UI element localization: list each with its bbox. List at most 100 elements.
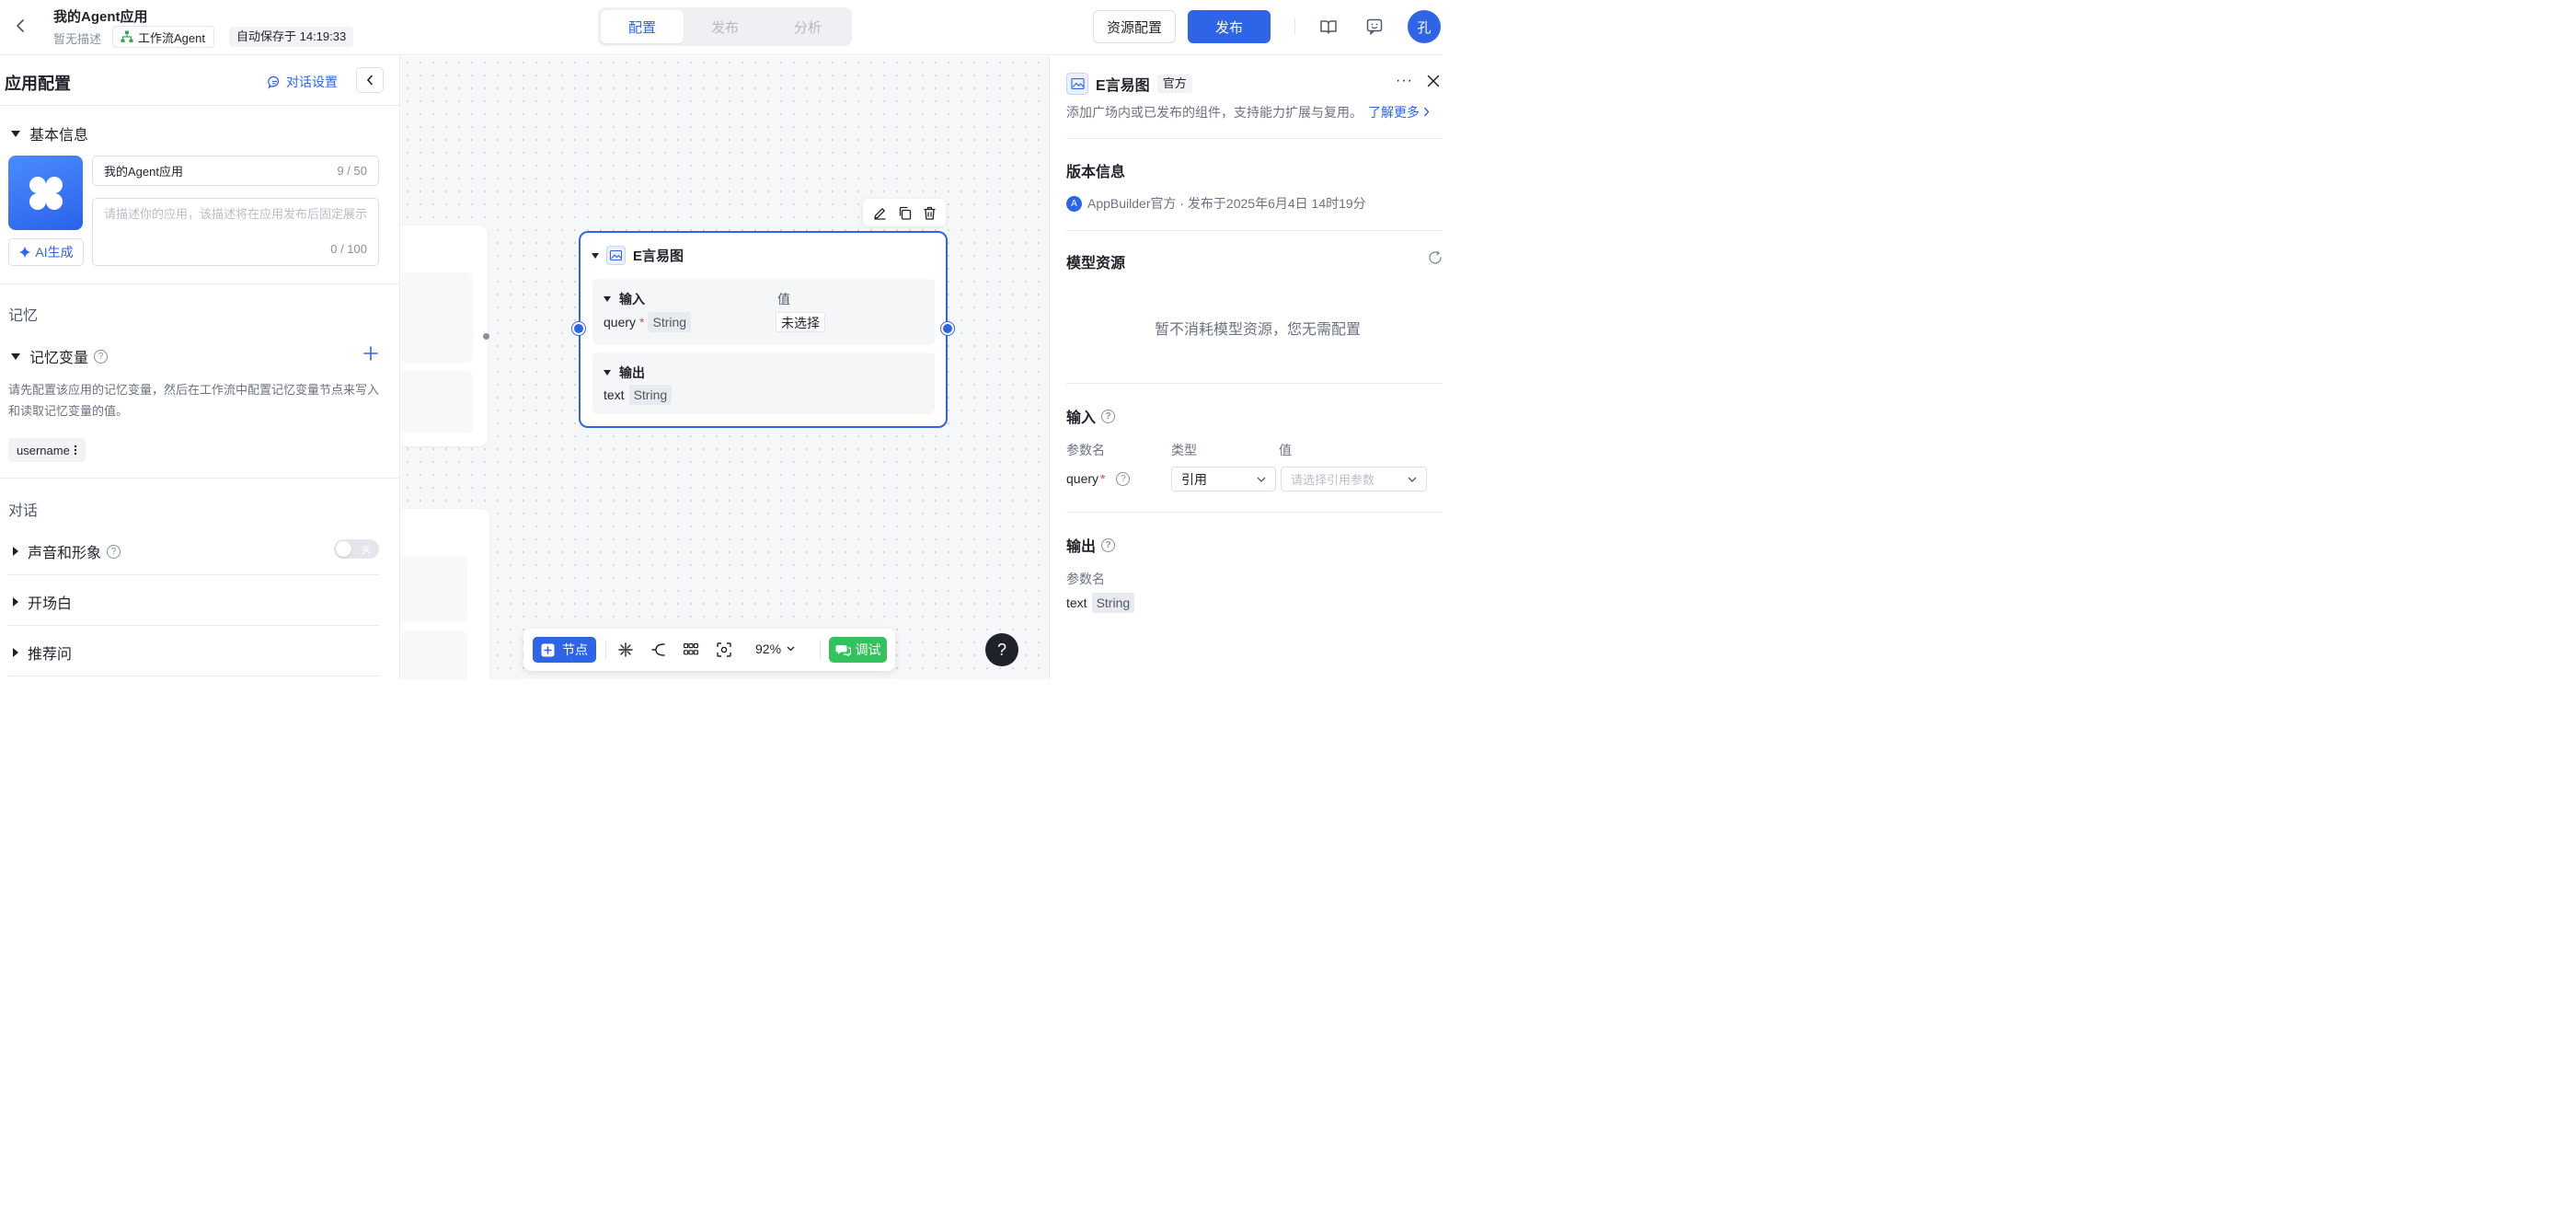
memory-var-name: username <box>17 443 70 457</box>
connector-style-icon[interactable] <box>650 641 668 659</box>
divider <box>605 640 606 660</box>
chat-bubble-icon <box>268 75 280 89</box>
value-select[interactable]: 请选择引用参数 <box>1281 467 1427 491</box>
node-section <box>401 630 467 679</box>
voice-avatar-header[interactable]: 声音和形象 ? <box>13 540 121 562</box>
divider <box>0 478 399 479</box>
divider <box>1066 512 1443 513</box>
debug-label: 调试 <box>855 642 881 657</box>
add-memory-var-icon[interactable] <box>362 345 379 362</box>
add-node-button[interactable]: 节点 <box>533 637 596 663</box>
user-avatar[interactable]: 孔 <box>1408 10 1441 43</box>
basic-info-header[interactable]: 基本信息 <box>11 122 88 144</box>
caret-down-icon[interactable] <box>592 252 599 259</box>
chat-settings-link[interactable]: 对话设置 <box>268 73 338 91</box>
auto-layout-icon[interactable] <box>616 641 635 659</box>
node-section <box>401 272 473 363</box>
node-input-port[interactable] <box>572 322 585 335</box>
help-icon[interactable]: ? <box>94 349 109 364</box>
node-section <box>401 556 467 622</box>
node-output-port[interactable] <box>941 322 954 335</box>
official-badge: 官方 <box>1156 75 1192 93</box>
divider <box>1066 230 1443 231</box>
tab-analysis[interactable]: 分析 <box>766 10 849 43</box>
debug-button[interactable]: 调试 <box>829 637 887 663</box>
suggested-questions-label: 推荐问 <box>28 647 73 663</box>
help-icon[interactable]: ? <box>107 544 121 559</box>
plugin-image-icon <box>606 246 626 265</box>
opening-label: 开场白 <box>28 596 73 612</box>
panel-title: E言易图 <box>1096 78 1150 94</box>
node-toolbar <box>863 199 946 226</box>
collapse-panel-button[interactable] <box>356 67 384 93</box>
memory-var-chip[interactable]: username <box>8 438 86 462</box>
close-icon[interactable] <box>1427 75 1442 89</box>
chevron-down-icon <box>1257 477 1266 482</box>
input-param-row: query * String <box>604 312 692 332</box>
value-column-label: 值 <box>777 292 790 306</box>
help-icon[interactable]: ? <box>1101 537 1116 552</box>
resource-config-button[interactable]: 资源配置 <box>1093 10 1176 43</box>
app-description: 暂无描述 <box>53 32 102 46</box>
node-section <box>401 371 473 433</box>
node-header[interactable]: E言易图 <box>592 246 684 265</box>
voice-avatar-label: 声音和形象 <box>28 546 102 561</box>
plugin-node-eyantu[interactable]: E言易图 输入 值 query * String 未选择 输出 text Str… <box>579 231 948 428</box>
output-type-chip: String <box>1091 593 1135 613</box>
publish-button[interactable]: 发布 <box>1188 10 1271 43</box>
output-label: 输出 <box>619 365 645 380</box>
copy-icon[interactable] <box>896 204 913 221</box>
help-icon[interactable]: ? <box>1101 409 1116 423</box>
voice-toggle[interactable]: 关 <box>334 539 379 559</box>
type-value: 引用 <box>1181 471 1207 487</box>
end-node-card[interactable] <box>401 509 489 679</box>
app-type-tag: 工作流Agent <box>112 26 214 48</box>
ai-generate-button[interactable]: AI生成 <box>8 238 84 266</box>
output-type-chip: String <box>628 385 673 405</box>
divider <box>1066 138 1443 139</box>
output-param-row: text String <box>604 385 673 405</box>
caret-down-icon <box>11 130 20 137</box>
node-port[interactable] <box>483 333 489 340</box>
suggested-questions-header[interactable]: 推荐问 <box>13 641 72 664</box>
start-node-card[interactable] <box>401 225 488 446</box>
top-bar: 我的Agent应用 暂无描述 工作流Agent 自动保存于 14:19:33 配… <box>0 0 1443 55</box>
input-section-header[interactable]: 输入 <box>604 290 645 308</box>
publisher-avatar: A <box>1066 195 1082 212</box>
tab-publish[interactable]: 发布 <box>684 10 766 43</box>
workflow-canvas[interactable]: E言易图 输入 值 query * String 未选择 输出 text Str… <box>401 56 1048 679</box>
more-icon[interactable]: ··· <box>1396 73 1413 89</box>
divider <box>0 105 399 106</box>
tab-config[interactable]: 配置 <box>601 10 684 43</box>
fit-view-icon[interactable] <box>715 641 733 659</box>
caret-right-icon <box>13 547 18 556</box>
help-button[interactable]: ? <box>985 633 1018 666</box>
back-arrow-icon[interactable] <box>11 17 29 35</box>
learn-more-link[interactable]: 了解更多 <box>1368 105 1430 120</box>
app-icon[interactable] <box>8 156 83 230</box>
version-text: AppBuilder官方 · 发布于2025年6月4日 14时19分 <box>1087 196 1366 211</box>
type-select[interactable]: 引用 <box>1171 467 1276 491</box>
output-section-header[interactable]: 输出 <box>604 364 645 382</box>
help-icon[interactable]: ? <box>1116 471 1131 486</box>
grid-icon[interactable] <box>682 641 700 659</box>
add-node-label: 节点 <box>562 642 588 657</box>
param-value-chip[interactable]: 未选择 <box>776 312 825 332</box>
caret-down-icon <box>11 352 20 360</box>
chat-debug-icon <box>835 644 851 656</box>
output-name: text <box>604 387 625 402</box>
description-placeholder: 请描述你的应用，该描述将在应用发布后固定展示 <box>104 207 368 221</box>
app-description-input[interactable]: 请描述你的应用，该描述将在应用发布后固定展示 0 / 100 <box>92 198 379 266</box>
param-name: query <box>1066 471 1099 486</box>
delete-icon[interactable] <box>921 204 937 221</box>
feedback-icon[interactable] <box>1365 17 1384 36</box>
zoom-select[interactable]: 92% <box>755 641 795 656</box>
refresh-icon[interactable] <box>1428 250 1443 267</box>
memory-vars-header[interactable]: 记忆变量 ? <box>11 345 109 367</box>
edit-icon[interactable] <box>871 204 888 221</box>
caret-down-icon <box>604 370 611 375</box>
book-icon[interactable] <box>1319 17 1338 36</box>
zoom-level: 92% <box>755 641 782 656</box>
app-name-input[interactable]: 我的Agent应用 9 / 50 <box>92 156 379 186</box>
opening-header[interactable]: 开场白 <box>13 591 72 613</box>
